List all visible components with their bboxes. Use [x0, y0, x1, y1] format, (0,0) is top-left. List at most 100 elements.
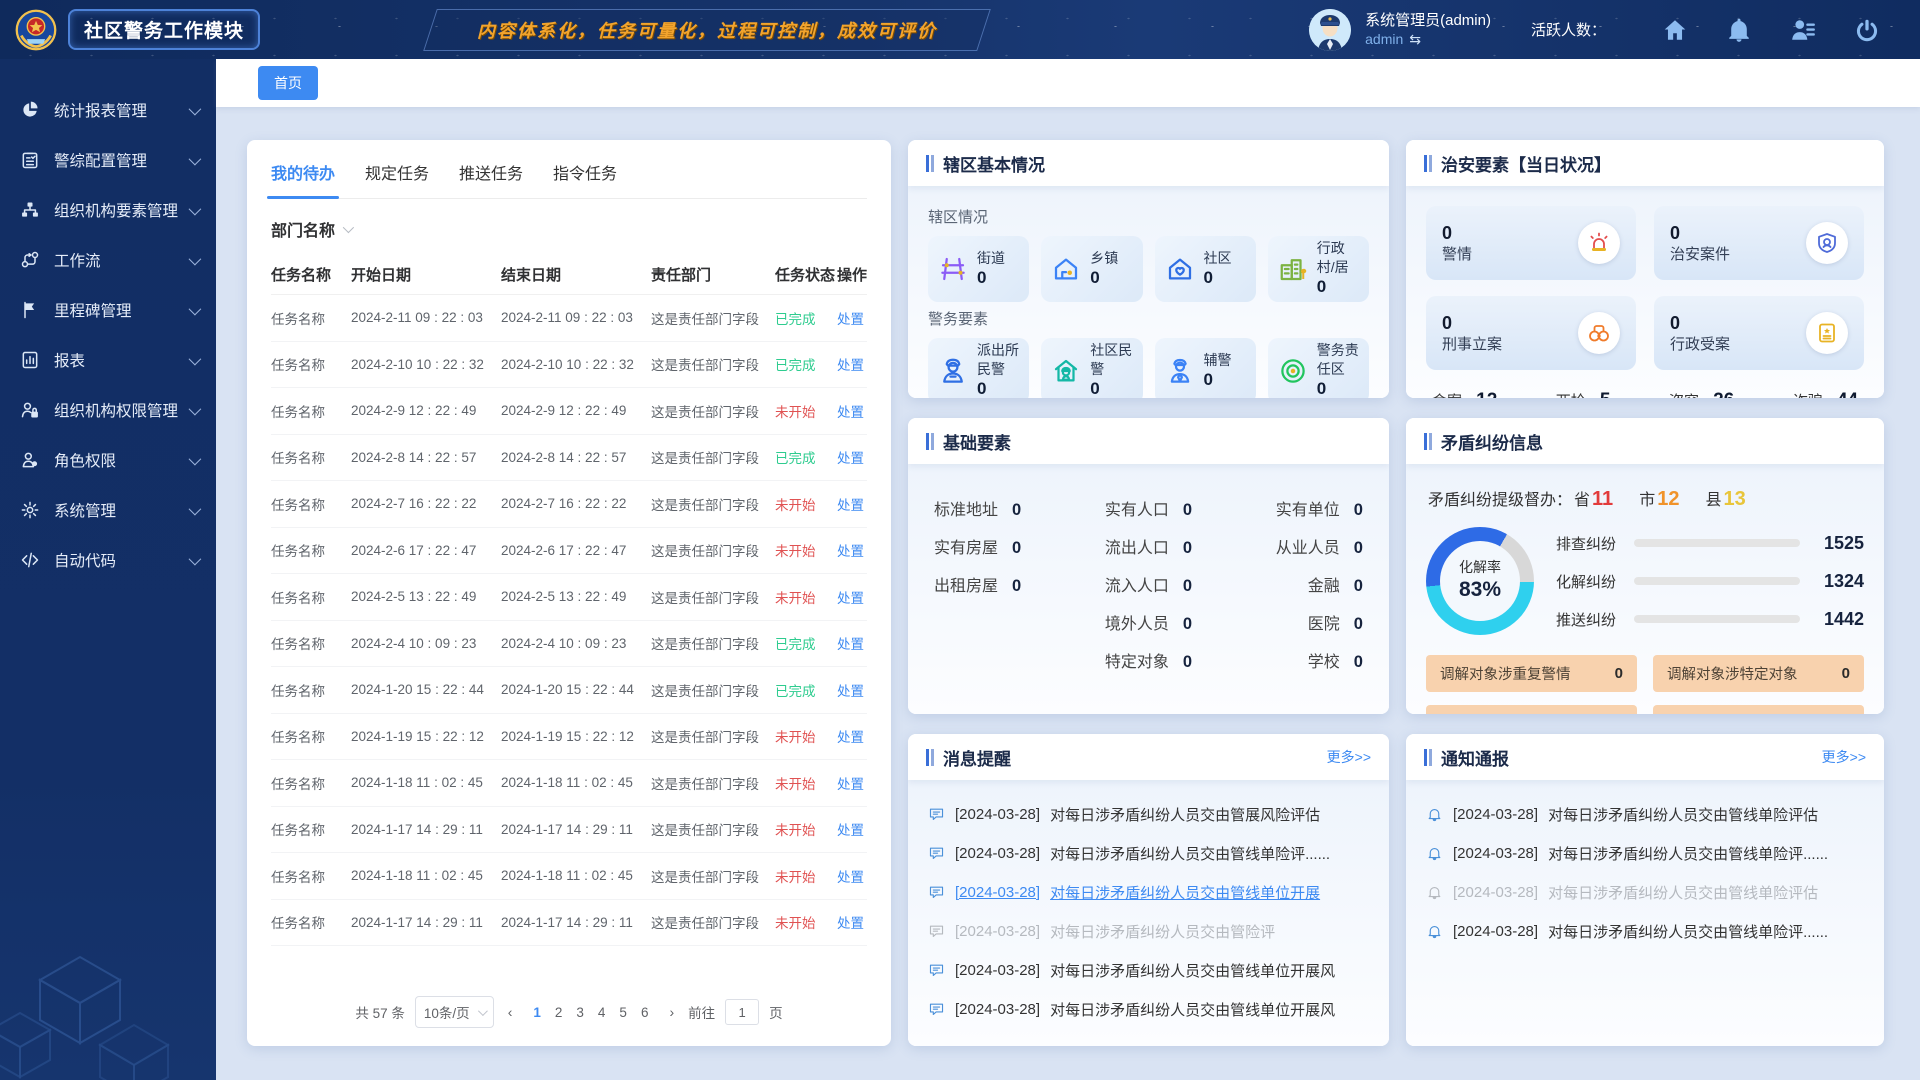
- security-tile[interactable]: 0警情.f{fill:#e34d4d;stroke:none}: [1426, 206, 1636, 280]
- security-tile[interactable]: 0治安案件.f{fill:#4f6bd8;stroke:none}: [1654, 206, 1864, 280]
- dispute-tag[interactable]: 八单一表未及时推送0: [1653, 705, 1864, 714]
- list-item[interactable]: [2024-03-28]对每日涉矛盾纠纷人员交由管线单险评......: [1426, 837, 1864, 870]
- task-name: 任务名称: [271, 680, 351, 700]
- chevron-down-icon: [189, 552, 202, 565]
- dispute-tag[interactable]: 调解对象涉重复警情0: [1426, 655, 1637, 692]
- prev-page-button[interactable]: ‹: [504, 1004, 517, 1020]
- handle-link[interactable]: 处置: [837, 912, 877, 932]
- stat-tile[interactable]: .f{fill:#3b82f6;stroke:none}乡镇0: [1041, 236, 1142, 302]
- sidebar-item[interactable]: 角色权限: [0, 435, 216, 485]
- page-number[interactable]: 3: [569, 1003, 591, 1022]
- list-item[interactable]: [2024-03-28]对每日涉矛盾纠纷人员交由管线单险评估: [1426, 876, 1864, 909]
- stat-tile[interactable]: .f{fill:#8b5cf6;stroke:none}街道0: [928, 236, 1029, 302]
- handle-link[interactable]: 处置: [837, 401, 877, 421]
- chat-bubble-icon: [928, 962, 945, 979]
- dispute-tag[interactable]: 调解双方缺联系人方式0: [1426, 705, 1637, 714]
- street-icon: .f{fill:#8b5cf6;stroke:none}: [938, 254, 968, 284]
- notice-more-link[interactable]: 更多>>: [1822, 747, 1866, 767]
- stat-tile[interactable]: .f{fill:#2f6fe4;stroke:none}派出所民警0: [928, 338, 1029, 398]
- todo-tab[interactable]: 推送任务: [459, 160, 523, 198]
- sidebar-item[interactable]: 报表: [0, 335, 216, 385]
- switch-user-icon[interactable]: ⇆: [1409, 30, 1421, 48]
- home-icon[interactable]: [1662, 17, 1688, 43]
- handle-link[interactable]: 处置: [837, 587, 877, 607]
- sidebar-item[interactable]: 组织机构要素管理: [0, 185, 216, 235]
- handle-link[interactable]: 处置: [837, 447, 877, 467]
- sidebar-item[interactable]: 统计报表管理: [0, 85, 216, 135]
- dispute-tag[interactable]: 调解对象涉特定对象0: [1653, 655, 1864, 692]
- officer-avatar-icon: [1309, 9, 1351, 51]
- sidebar-item[interactable]: 系统管理: [0, 485, 216, 535]
- todo-tab[interactable]: 我的待办: [271, 160, 335, 198]
- sidebar-item[interactable]: 里程碑管理: [0, 285, 216, 335]
- sidebar-item[interactable]: 工作流: [0, 235, 216, 285]
- handle-link[interactable]: 处置: [837, 540, 877, 560]
- goto-page-input[interactable]: [725, 999, 759, 1025]
- sidebar-item[interactable]: 自动代码: [0, 535, 216, 585]
- basic-item: 实有房屋0: [934, 534, 1021, 558]
- stat-tile[interactable]: .f{fill:#7cb342;stroke:none}行政村/居0: [1268, 236, 1369, 302]
- stat-tile[interactable]: .f{fill:#3b82f6;stroke:none}辅警0: [1155, 338, 1256, 398]
- handle-link[interactable]: 处置: [837, 680, 877, 700]
- page-number[interactable]: 1: [526, 1003, 548, 1022]
- list-item[interactable]: [2024-03-28]对每日涉矛盾纠纷人员交由管展风险评估: [928, 798, 1369, 831]
- message-more-link[interactable]: 更多>>: [1327, 747, 1371, 767]
- bell-icon[interactable]: [1726, 17, 1752, 43]
- page-size-value: 10条/页: [424, 1002, 470, 1022]
- todo-tab[interactable]: 指令任务: [553, 160, 617, 198]
- stat-tile[interactable]: .f{fill:#22c55e;stroke:none}警务责任区0: [1268, 338, 1369, 398]
- handle-link[interactable]: 处置: [837, 308, 877, 328]
- user-name[interactable]: admin ⇆: [1365, 30, 1491, 48]
- power-icon[interactable]: [1854, 17, 1880, 43]
- security-tile[interactable]: 0刑事立案.f{fill:#f07b2a;stroke:none}: [1426, 296, 1636, 370]
- task-status: 未开始: [775, 494, 837, 514]
- list-item[interactable]: [2024-03-28]对每日涉矛盾纠纷人员交由管线单险评估: [1426, 798, 1864, 831]
- page-number[interactable]: 6: [634, 1003, 656, 1022]
- page-number[interactable]: 5: [612, 1003, 634, 1022]
- tag-label: 调解双方缺联系人方式: [1440, 713, 1585, 714]
- slogan-banner: 内容体系化，任务可量化，过程可控制，成效可评价: [423, 9, 991, 51]
- basic-label: 实有房屋: [934, 534, 998, 558]
- stat-tile[interactable]: .f{fill:#2f6fe4;stroke:none}社区0: [1155, 236, 1256, 302]
- page-number[interactable]: 2: [548, 1003, 570, 1022]
- handle-link[interactable]: 处置: [837, 633, 877, 653]
- table-row: 任务名称2024-1-17 14 : 29 : 112024-1-17 14 :…: [271, 900, 867, 947]
- handle-link[interactable]: 处置: [837, 866, 877, 886]
- sidebar-item[interactable]: 警综配置管理: [0, 135, 216, 185]
- list-item[interactable]: [2024-03-28]对每日涉矛盾纠纷人员交由管线单位开展: [928, 876, 1369, 909]
- page-number[interactable]: 4: [591, 1003, 613, 1022]
- list-item[interactable]: [2024-03-28]对每日涉矛盾纠纷人员交由管线单险评......: [1426, 915, 1864, 948]
- user-area: 系统管理员(admin) admin ⇆ 活跃人数：: [1309, 9, 1920, 51]
- basic-label: 从业人员: [1276, 534, 1340, 558]
- handle-link[interactable]: 处置: [837, 354, 877, 374]
- dispute-bar-row: 排查纠纷1525: [1556, 533, 1864, 554]
- task-department: 这是责任部门字段: [651, 494, 775, 514]
- village-icon: .f{fill:#7cb342;stroke:none}: [1278, 254, 1308, 284]
- chevron-down-icon: [189, 452, 202, 465]
- sidebar-item[interactable]: 组织机构权限管理: [0, 385, 216, 435]
- handle-link[interactable]: 处置: [837, 494, 877, 514]
- sidebar-item-label: 自动代码: [54, 549, 116, 571]
- users-icon[interactable]: [1790, 17, 1816, 43]
- stat-tile[interactable]: .f{fill:#14b8a6;stroke:none}社区民警0: [1041, 338, 1142, 398]
- item-text: 对每日涉矛盾纠纷人员交由管线单险评估: [1548, 882, 1818, 903]
- todo-tab[interactable]: 规定任务: [365, 160, 429, 198]
- security-tile[interactable]: 0行政受案.f{fill:#e8b324;stroke:none}: [1654, 296, 1864, 370]
- handle-link[interactable]: 处置: [837, 726, 877, 746]
- title-accent-icon: [926, 155, 934, 172]
- handle-link[interactable]: 处置: [837, 819, 877, 839]
- basic-label: 金融: [1308, 572, 1340, 596]
- list-item[interactable]: [2024-03-28]对每日涉矛盾纠纷人员交由管线单险评......: [928, 837, 1369, 870]
- next-page-button[interactable]: ›: [665, 1004, 678, 1020]
- list-item[interactable]: [2024-03-28]对每日涉矛盾纠纷人员交由管线单位开展风: [928, 954, 1369, 987]
- list-item[interactable]: [2024-03-28]对每日涉矛盾纠纷人员交由管线单位开展风: [928, 993, 1369, 1026]
- avatar[interactable]: [1309, 9, 1351, 51]
- page-size-select[interactable]: 10条/页: [415, 996, 494, 1028]
- dispute-bar-row: 推送纠纷1442: [1556, 609, 1864, 630]
- handle-link[interactable]: 处置: [837, 773, 877, 793]
- tab-home[interactable]: 首页: [258, 66, 318, 100]
- table-row: 任务名称2024-1-18 11 : 02 : 452024-1-18 11 :…: [271, 853, 867, 900]
- dispute-chart-row: 化解率 83% 排查纠纷1525化解纠纷1324推送纠纷1442: [1426, 527, 1864, 635]
- department-filter[interactable]: 部门名称: [271, 217, 867, 241]
- list-item[interactable]: [2024-03-28]对每日涉矛盾纠纷人员交由管险评: [928, 915, 1369, 948]
